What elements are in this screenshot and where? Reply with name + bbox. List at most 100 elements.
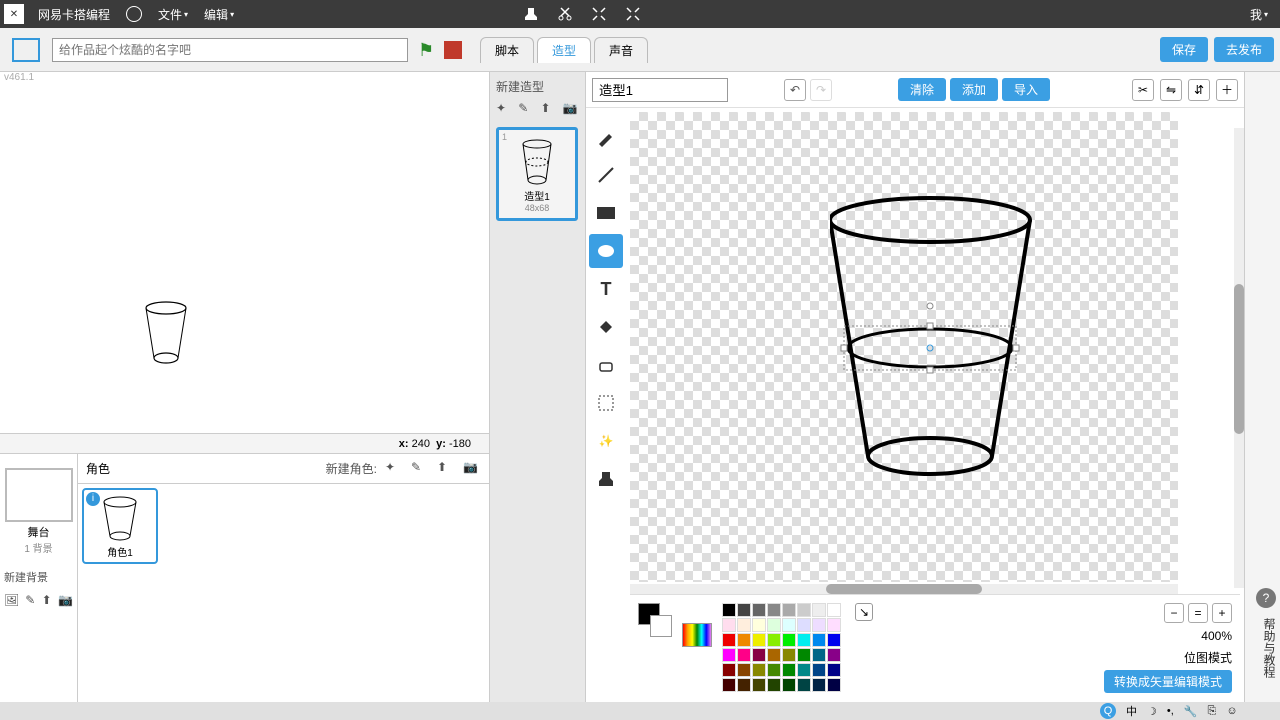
moon-icon[interactable]: ☽	[1147, 705, 1157, 718]
color-swatch[interactable]	[812, 678, 826, 692]
color-palette[interactable]	[722, 603, 841, 692]
select-tool[interactable]	[589, 386, 623, 420]
ellipse-tool[interactable]	[589, 234, 623, 268]
eyedropper-icon[interactable]: ↘	[855, 603, 873, 621]
color-swatch[interactable]	[812, 648, 826, 662]
sprite-item-1[interactable]: i 角色1	[82, 488, 158, 564]
help-icon[interactable]: ?	[1256, 588, 1276, 608]
file-menu[interactable]: 文件▾	[150, 6, 196, 23]
paint-canvas[interactable]	[630, 112, 1178, 582]
color-swatch[interactable]	[827, 678, 841, 692]
zoom-in-button[interactable]: +	[1212, 603, 1232, 623]
q-icon[interactable]: Q	[1100, 703, 1116, 719]
bg-paint-icon[interactable]: ✎	[25, 593, 35, 611]
fill-tool[interactable]	[589, 310, 623, 344]
color-swatch[interactable]	[737, 648, 751, 662]
color-swatch[interactable]	[827, 603, 841, 617]
color-swatch[interactable]	[827, 618, 841, 632]
expand-icon[interactable]	[590, 5, 608, 23]
zoom-reset-button[interactable]: =	[1188, 603, 1208, 623]
project-title-input[interactable]	[52, 38, 408, 62]
flip-h-icon[interactable]: ⇋	[1160, 79, 1182, 101]
bg-upload-icon[interactable]: ⬆	[42, 593, 52, 611]
color-swatch[interactable]	[812, 603, 826, 617]
color-swatch[interactable]	[767, 618, 781, 632]
line-tool[interactable]	[589, 158, 623, 192]
info-icon[interactable]: i	[86, 492, 100, 506]
stage-preview[interactable]: v461.1	[0, 72, 489, 434]
costume-thumb-1[interactable]: 1 造型1 48x68	[496, 127, 578, 221]
sprite-library-icon[interactable]: ✦	[385, 460, 403, 478]
color-swatch[interactable]	[737, 678, 751, 692]
flip-v-icon[interactable]: ⇵	[1188, 79, 1210, 101]
bg-camera-icon[interactable]: 📷	[58, 593, 73, 611]
me-menu[interactable]: 我▾	[1242, 6, 1276, 23]
crop-icon[interactable]: ✂	[1132, 79, 1154, 101]
color-swatch[interactable]	[827, 633, 841, 647]
logo-icon[interactable]: ✕	[4, 4, 24, 24]
text-tool[interactable]: T	[589, 272, 623, 306]
color-swatch[interactable]	[797, 648, 811, 662]
color-swatch[interactable]	[752, 648, 766, 662]
color-swatch[interactable]	[722, 603, 736, 617]
punct-icon[interactable]: •,	[1167, 705, 1174, 717]
color-swatch[interactable]	[782, 678, 796, 692]
canvas-vscroll[interactable]	[1234, 128, 1244, 588]
stage-view-icon[interactable]	[12, 38, 40, 62]
color-swatch[interactable]	[782, 618, 796, 632]
color-swatch[interactable]	[767, 663, 781, 677]
color-swatch[interactable]	[797, 663, 811, 677]
color-swatch[interactable]	[722, 678, 736, 692]
shrink-icon[interactable]	[624, 5, 642, 23]
tab-sounds[interactable]: 声音	[594, 37, 648, 63]
color-swatch[interactable]	[797, 633, 811, 647]
sprite-paint-icon[interactable]: ✎	[411, 460, 429, 478]
center-icon[interactable]: ＋	[1216, 79, 1238, 101]
color-swatch[interactable]	[827, 648, 841, 662]
color-swatch[interactable]	[782, 633, 796, 647]
clear-button[interactable]: 清除	[898, 78, 946, 101]
color-swatch[interactable]	[737, 633, 751, 647]
color-swatch[interactable]	[767, 648, 781, 662]
add-button[interactable]: 添加	[950, 78, 998, 101]
costume-name-input[interactable]	[592, 78, 728, 102]
color-swatch[interactable]	[722, 648, 736, 662]
stamp-tool[interactable]	[589, 462, 623, 496]
costume-camera-icon[interactable]: 📷	[563, 101, 579, 119]
wrench-icon[interactable]: 🔧	[1184, 705, 1198, 718]
zoom-out-button[interactable]: −	[1164, 603, 1184, 623]
stage-thumb[interactable]	[5, 468, 73, 522]
cut-icon[interactable]	[556, 5, 574, 23]
color-swatch[interactable]	[782, 648, 796, 662]
color-swatch[interactable]	[737, 603, 751, 617]
color-swatch[interactable]	[737, 663, 751, 677]
color-swatch[interactable]	[767, 633, 781, 647]
color-swatch[interactable]	[767, 603, 781, 617]
wand-tool[interactable]: ✨	[589, 424, 623, 458]
brush-tool[interactable]	[589, 120, 623, 154]
spectrum-icon[interactable]	[682, 623, 712, 647]
bg-library-icon[interactable]: 🖼	[4, 593, 19, 611]
color-swatch[interactable]	[782, 603, 796, 617]
color-swatch[interactable]	[827, 663, 841, 677]
tab-scripts[interactable]: 脚本	[480, 37, 534, 63]
publish-button[interactable]: 去发布	[1214, 37, 1274, 62]
color-swatch[interactable]	[797, 603, 811, 617]
color-swatch[interactable]	[722, 663, 736, 677]
stamp-icon[interactable]	[522, 5, 540, 23]
import-button[interactable]: 导入	[1002, 78, 1050, 101]
color-swatch[interactable]	[752, 633, 766, 647]
redo-button[interactable]: ↷	[810, 79, 832, 101]
current-color-swatch[interactable]	[638, 603, 672, 637]
color-swatch[interactable]	[752, 603, 766, 617]
edit-menu[interactable]: 编辑▾	[196, 6, 242, 23]
tab-costumes[interactable]: 造型	[537, 37, 591, 63]
color-swatch[interactable]	[797, 618, 811, 632]
color-swatch[interactable]	[812, 663, 826, 677]
color-swatch[interactable]	[797, 678, 811, 692]
canvas-hscroll[interactable]	[630, 584, 1178, 594]
color-swatch[interactable]	[782, 663, 796, 677]
costume-library-icon[interactable]: ✦	[496, 101, 512, 119]
costume-upload-icon[interactable]: ⬆	[541, 101, 557, 119]
color-swatch[interactable]	[737, 618, 751, 632]
